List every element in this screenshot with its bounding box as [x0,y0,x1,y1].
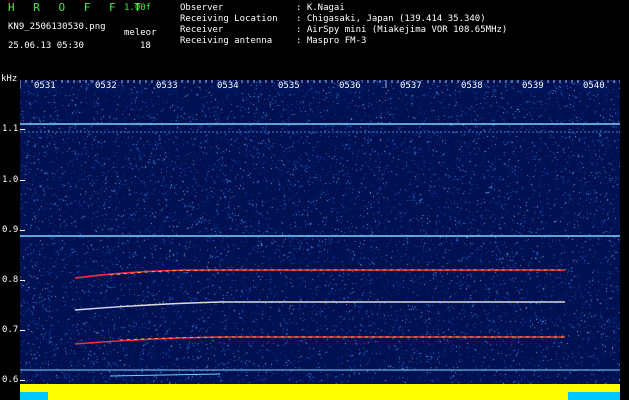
freq-label-1-0: 1.0 [2,175,19,185]
app-version: 1.00f [124,3,152,13]
time-label-0534: 0534 [216,81,240,92]
file-name: KN9_2506130530.png [8,22,106,32]
meteor-count-label: meleor [124,28,157,38]
timestamp: 25.06.13 05:30 [8,41,84,51]
bottom-band-cyan-left [20,392,48,400]
hrofft-window: H R O F F T 1.00f KN9_2506130530.png mel… [0,0,629,400]
doppler-traces [74,269,565,377]
info-row-location: Receiving Location : Chigasaki, Japan (13… [180,14,507,25]
info-label: Observer [180,3,224,13]
bottom-band-cyan-right [568,392,620,400]
doppler-trace-lower [74,336,565,345]
station-info: Observer : K.Nagai Receiving Location : Ch… [180,3,507,47]
time-label-0539: 0539 [521,81,545,92]
doppler-trace-bottom [109,373,221,377]
bottom-band-yellow [20,384,620,400]
freq-tick [20,380,25,381]
carrier-lines [20,123,620,371]
info-value: : K.Nagai [296,3,345,13]
meteor-count-value: 18 [140,41,151,51]
freq-label-1-1: 1.1 [2,124,19,134]
time-label-0532: 0532 [94,81,118,92]
freq-tick [20,180,25,181]
time-label-0540: 0540 [582,81,606,92]
info-label: Receiving Location [180,14,278,24]
freq-label-0-7: 0.7 [2,325,19,335]
freq-label-0-9: 0.9 [2,225,19,235]
frequency-unit-label: kHz [1,74,18,84]
doppler-trace-middle [74,301,565,311]
freq-tick [20,129,25,130]
freq-label-0-6: 0.6 [2,375,19,385]
time-label-0538: 0538 [460,81,484,92]
spectrogram-traces [20,123,620,400]
info-value: : Chigasaki, Japan (139.414 35.340) [296,14,486,24]
freq-tick [20,280,25,281]
time-label-0531: 0531 [33,81,57,92]
spectrogram-plot [20,80,620,400]
bottom-band [20,384,620,400]
info-label: Receiver [180,25,224,35]
doppler-trace-upper [74,269,565,279]
info-row-antenna: Receiving antenna : Maspro FM-3 [180,36,507,47]
info-value: : Maspro FM-3 [296,36,367,46]
time-label-0537: 0537 [399,81,423,92]
info-row-observer: Observer : K.Nagai [180,3,507,14]
freq-label-0-8: 0.8 [2,275,19,285]
info-label: Receiving antenna [180,36,273,46]
freq-tick [20,230,25,231]
time-label-0535: 0535 [277,81,301,92]
info-value: : AirSpy mini (Miakejima VOR 108.65MHz) [296,25,508,35]
freq-tick [20,330,25,331]
time-label-0536: 0536 [338,81,362,92]
info-row-receiver: Receiver : AirSpy mini (Miakejima VOR 108… [180,25,507,36]
time-label-0533: 0533 [155,81,179,92]
